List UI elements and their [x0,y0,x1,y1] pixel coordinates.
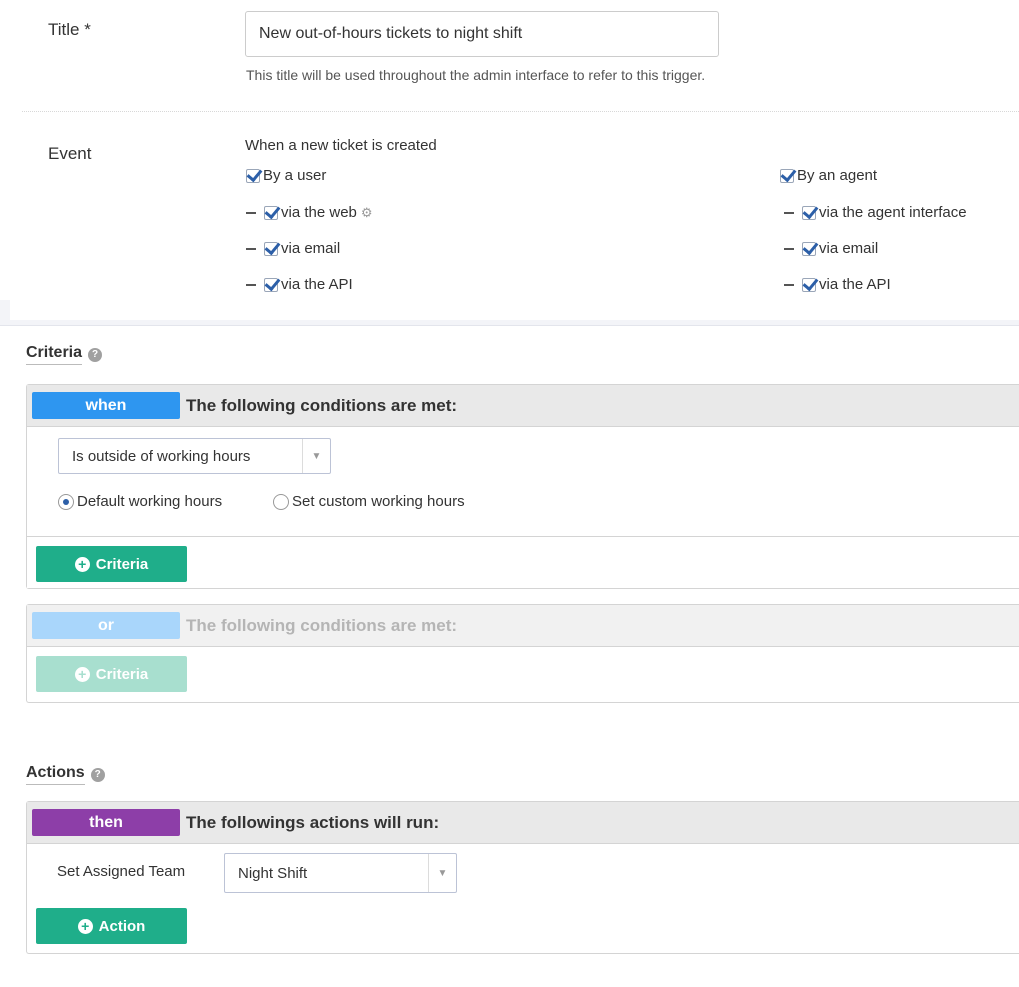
radio-default-label: Default working hours [77,493,223,510]
checkbox-checked-icon[interactable] [802,205,816,220]
add-or-criteria-button[interactable]: + Criteria [36,656,187,692]
or-heading: The following conditions are met: [186,615,458,635]
dash-icon [784,247,794,250]
then-heading: The followings actions will run: [186,812,440,832]
condition-select-value: Is outside of working hours [72,447,251,465]
divider [22,111,1019,112]
by-agent-checkbox[interactable]: By an agent [780,167,877,184]
checkbox-checked-icon[interactable] [780,168,794,183]
dash-icon [784,211,794,214]
checkbox-checked-icon[interactable] [246,168,260,183]
plus-icon: + [74,556,90,572]
event-heading: When a new ticket is created [245,137,437,154]
agent-via-email-checkbox[interactable]: via email [784,240,878,257]
add-action-button[interactable]: + Action [36,908,187,944]
title-input[interactable] [245,11,719,57]
user-via-web-label: via the web [281,204,357,221]
or-panel-header: or The following conditions are met: [27,605,1019,647]
gear-icon[interactable]: ⚙ [361,205,373,221]
by-user-label: By a user [263,167,327,184]
user-via-api-label: via the API [281,276,353,293]
user-via-web-checkbox[interactable]: via the web ⚙ [246,204,373,221]
add-criteria-button[interactable]: + Criteria [36,546,187,582]
radio-custom-label: Set custom working hours [292,493,465,510]
user-via-email-label: via email [281,240,341,257]
add-or-criteria-label: Criteria [95,665,149,683]
criteria-title-text: Criteria [26,344,83,365]
event-label: Event [48,144,92,163]
assigned-team-value: Night Shift [238,864,308,882]
radio-unselected-icon[interactable] [273,493,289,510]
when-heading: The following conditions are met: [186,395,458,415]
or-tag: or [32,612,180,639]
checkbox-checked-icon[interactable] [802,277,816,292]
checkbox-checked-icon[interactable] [802,241,816,256]
agent-via-interface-label: via the agent interface [819,204,967,221]
condition-select[interactable]: Is outside of working hours ▼ [58,438,331,474]
when-panel-footer: + Criteria [27,536,1019,588]
user-via-api-checkbox[interactable]: via the API [246,276,353,293]
by-agent-label: By an agent [797,167,878,184]
criteria-section-title: Criteria ? [26,344,103,365]
title-help-text: This title will be used throughout the a… [246,67,706,83]
title-label: Title * [48,20,91,39]
agent-via-api-label: via the API [819,276,891,293]
dropdown-arrow-icon[interactable]: ▼ [428,854,456,892]
dash-icon [784,283,794,286]
section-band-cover [10,300,1019,320]
radio-default-hours[interactable]: Default working hours [58,493,222,510]
checkbox-checked-icon[interactable] [264,241,278,256]
when-panel: when The following conditions are met: I… [26,384,1019,589]
dash-icon [246,211,256,214]
checkbox-checked-icon[interactable] [264,205,278,220]
action-label: Set Assigned Team [57,863,186,880]
add-action-label: Action [98,917,146,935]
actions-section-title: Actions ? [26,764,105,785]
plus-icon: + [74,666,90,682]
or-panel-footer: + Criteria [27,647,1019,692]
dash-icon [246,283,256,286]
when-panel-header: when The following conditions are met: [27,385,1019,427]
assigned-team-select[interactable]: Night Shift ▼ [224,853,457,893]
or-panel: or The following conditions are met: + C… [26,604,1019,703]
radio-custom-hours[interactable]: Set custom working hours [273,493,465,510]
then-panel: then The followings actions will run: Se… [26,801,1019,954]
then-tag: then [32,809,180,836]
dropdown-arrow-icon[interactable]: ▼ [302,439,330,473]
add-criteria-label: Criteria [95,555,149,573]
when-tag: when [32,392,180,419]
actions-title-text: Actions [26,764,85,785]
user-via-email-checkbox[interactable]: via email [246,240,340,257]
agent-via-api-checkbox[interactable]: via the API [784,276,891,293]
dash-icon [246,247,256,250]
help-icon[interactable]: ? [90,767,105,782]
radio-selected-icon[interactable] [58,493,74,510]
agent-via-interface-checkbox[interactable]: via the agent interface [784,204,967,221]
plus-icon: + [77,918,93,934]
agent-via-email-label: via email [819,240,879,257]
then-panel-header: then The followings actions will run: [27,802,1019,844]
by-user-checkbox[interactable]: By a user [246,167,326,184]
help-icon[interactable]: ? [88,347,103,362]
then-panel-footer: + Action [27,899,1019,951]
checkbox-checked-icon[interactable] [264,277,278,292]
